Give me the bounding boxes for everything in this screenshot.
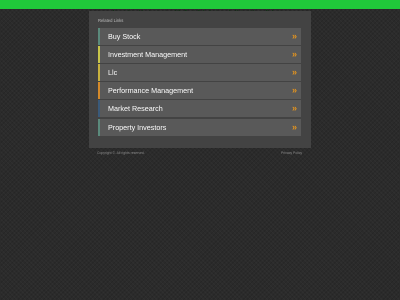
link-label: Buy Stock xyxy=(108,32,141,41)
chevron-right-icon: » xyxy=(291,67,297,77)
link-performance-management[interactable]: Performance Management » xyxy=(98,82,301,99)
link-label: Market Research xyxy=(108,104,163,113)
link-property-investors[interactable]: Property Investors » xyxy=(98,119,301,136)
link-buy-stock[interactable]: Buy Stock » xyxy=(98,28,301,45)
link-label: Investment Management xyxy=(108,50,188,59)
link-investment-management[interactable]: Investment Management » xyxy=(98,46,301,63)
panel-title: Related Links xyxy=(98,18,124,23)
privacy-policy-link[interactable]: Privacy Policy xyxy=(281,151,302,155)
copyright-text: Copyright ©. All rights reserved. xyxy=(97,151,145,155)
chevron-right-icon: » xyxy=(291,103,297,113)
domain-broker-banner[interactable]: Interested in appleburyinvestments.com? … xyxy=(0,0,400,14)
chevron-right-icon: » xyxy=(291,122,297,132)
chevron-right-icon: » xyxy=(291,85,297,95)
chevron-right-icon: » xyxy=(291,49,297,59)
link-label: Property Investors xyxy=(108,123,167,132)
related-links-panel: Related Links Buy Stock » Investment Man… xyxy=(89,11,311,148)
chevron-right-icon: » xyxy=(291,31,297,41)
link-llc[interactable]: Llc » xyxy=(98,64,301,81)
link-label: Llc xyxy=(108,68,118,77)
link-market-research[interactable]: Market Research » xyxy=(98,100,301,117)
link-label: Performance Management xyxy=(108,86,194,95)
